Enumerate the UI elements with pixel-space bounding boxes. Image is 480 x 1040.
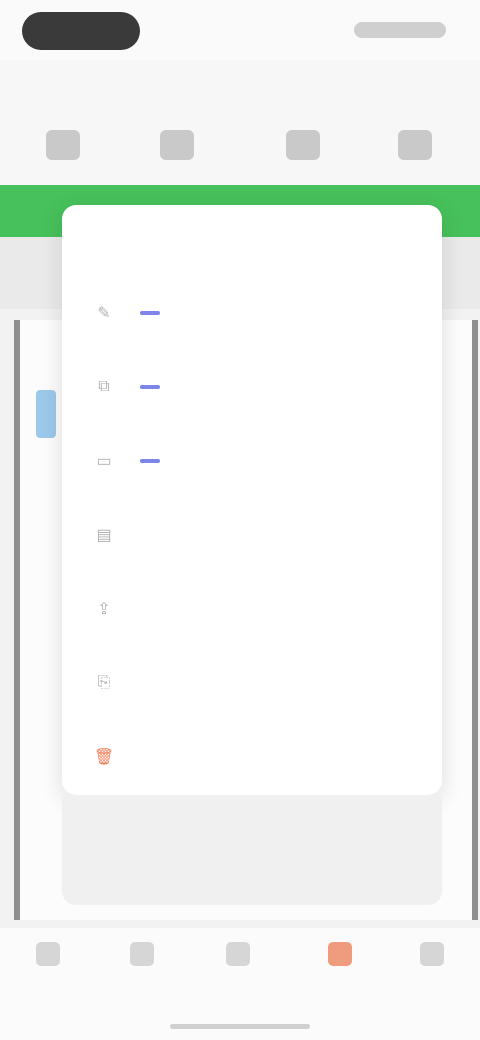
me-icon <box>420 942 444 966</box>
selected-cell[interactable] <box>36 390 56 438</box>
copy-icon: ⧉ <box>98 378 110 395</box>
app-bar <box>0 60 480 190</box>
menu-item-copy[interactable]: ⧉ <box>62 363 442 411</box>
menu-item-paste[interactable]: ▤ <box>62 511 442 559</box>
share-icon: ⇪ <box>97 601 111 618</box>
insert-icon[interactable] <box>286 130 320 160</box>
status-icons <box>354 22 446 38</box>
menu-item-export[interactable]: ⎘ <box>62 659 442 707</box>
apps-icon <box>226 942 250 966</box>
menu-item-delete[interactable]: 🗑 <box>62 733 442 781</box>
menu-item-share[interactable]: ⇪ <box>62 585 442 633</box>
tools-icon <box>328 942 352 966</box>
tab-me[interactable] <box>392 942 472 1002</box>
tab-files[interactable] <box>102 942 182 1002</box>
context-menu: ✎ ⧉ ▭ ▤ ⇪ ⎘ 🗑 <box>62 205 442 795</box>
clipboard-icon: ▤ <box>96 527 112 544</box>
delete-icon: 🗑 <box>93 749 115 766</box>
tab-home[interactable] <box>8 942 88 1002</box>
export-icon: ⎘ <box>97 674 111 691</box>
tab-apps[interactable] <box>198 942 278 1002</box>
menu-item-badge <box>140 311 160 315</box>
format-icon[interactable] <box>160 130 194 160</box>
menu-item-rename[interactable]: ✎ <box>62 289 442 337</box>
menu-footer <box>62 795 442 905</box>
menu-item-badge <box>140 459 160 463</box>
more-icon[interactable] <box>398 130 432 160</box>
files-icon <box>130 942 154 966</box>
tab-tools[interactable] <box>300 942 380 1002</box>
dynamic-island <box>22 12 140 50</box>
status-bar <box>0 0 480 60</box>
pencil-icon: ✎ <box>97 305 111 322</box>
menu-item-move[interactable]: ▭ <box>62 437 442 485</box>
home-indicator <box>170 1024 310 1029</box>
menu-item-badge <box>140 385 160 389</box>
undo-icon[interactable] <box>46 130 80 160</box>
folder-icon: ▭ <box>96 453 112 470</box>
home-icon <box>36 942 60 966</box>
